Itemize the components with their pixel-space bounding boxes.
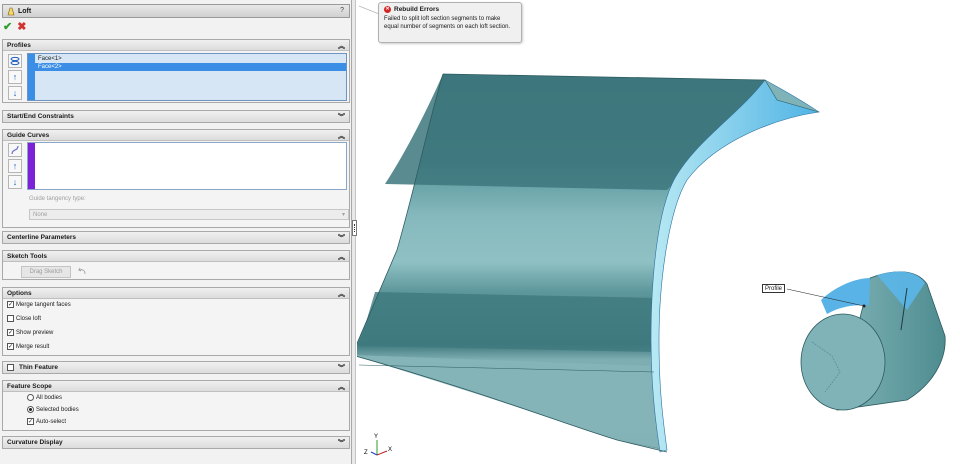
centerline-parameters-section[interactable]: Centerline Parameters ︾ (2, 231, 350, 244)
cancel-button[interactable]: ✖ (17, 21, 26, 33)
expand-chevron-icon[interactable]: ︾ (338, 438, 345, 448)
drag-sketch-button[interactable]: Drag Sketch (21, 266, 71, 278)
options-header[interactable]: Options ︽ (3, 288, 349, 299)
radio-label: Selected bodies (36, 406, 79, 413)
list-item[interactable]: Face<2> (35, 63, 346, 71)
start-end-header-label: Start/End Constraints (7, 113, 74, 120)
collapse-chevron-icon[interactable]: ︽ (338, 131, 345, 141)
start-end-header[interactable]: Start/End Constraints ︾ (3, 111, 349, 122)
radio-button[interactable] (27, 406, 34, 413)
guide-tangency-dropdown[interactable]: None ▾ (29, 209, 349, 220)
curvature-header[interactable]: Curvature Display ︾ (3, 437, 349, 448)
checkbox-label: Merge result (16, 343, 50, 350)
loft-title-bar: Loft ? (2, 4, 350, 18)
profiles-list[interactable]: Face<1> Face<2> (27, 53, 347, 101)
collapse-chevron-icon[interactable]: ︽ (338, 289, 345, 299)
model-graphics[interactable]: Y X Z (357, 0, 960, 464)
panel-title: Loft (18, 7, 32, 15)
guide-tangency-value: None (33, 212, 48, 218)
thin-feature-checkbox[interactable] (7, 364, 14, 371)
sketch-tools-header-label: Sketch Tools (7, 252, 47, 260)
checkbox-box[interactable]: ✓ (7, 329, 14, 336)
feature-scope-header[interactable]: Feature Scope ︽ (3, 381, 349, 392)
ok-button[interactable]: ✔ (3, 21, 12, 33)
sketch-tools-section: Sketch Tools ︽ Drag Sketch (2, 250, 350, 280)
graphics-viewport[interactable]: Y X Z (357, 0, 960, 464)
curvature-display-section[interactable]: Curvature Display ︾ (2, 436, 350, 449)
checkbox-label: Auto-select (36, 418, 67, 425)
help-icon[interactable]: ? (340, 7, 344, 14)
error-icon: ✕ (384, 6, 391, 13)
start-end-constraints-section[interactable]: Start/End Constraints ︾ (2, 110, 350, 123)
feature-scope-section: Feature Scope ︽ All bodies Selected bodi… (2, 380, 350, 431)
cylinder-body[interactable] (800, 271, 946, 411)
checkbox-label: Close loft (16, 315, 42, 322)
profiles-section: Profiles ︽ ↑ ↓ Face<1> Face<2> (2, 39, 350, 103)
checkbox-box[interactable]: ✓ (7, 343, 14, 350)
tooltip-title: Rebuild Errors (394, 6, 440, 13)
curvature-header-label: Curvature Display (7, 439, 63, 446)
checkbox-box[interactable] (7, 315, 14, 322)
ok-cancel-row: ✔ ✖ (3, 20, 26, 34)
collapse-chevron-icon[interactable]: ︽ (338, 252, 345, 262)
checkbox-label: Show preview (16, 329, 54, 336)
options-header-label: Options (7, 289, 32, 297)
selected-bodies-radio[interactable]: Selected bodies (27, 406, 79, 413)
tooltip-message: Failed to split loft section segments to… (384, 16, 511, 30)
property-manager-panel: Loft ? ✔ ✖ Profiles ︽ ↑ ↓ Face<1> Face<2… (0, 0, 352, 464)
profiles-header-label: Profiles (7, 41, 31, 49)
checkbox-box[interactable]: ✓ (7, 301, 14, 308)
triad-y-label: Y (374, 434, 378, 440)
guide-curves-section: Guide Curves ︽ ↑ ↓ Guide tangency type: … (2, 129, 350, 228)
expand-chevron-icon[interactable]: ︾ (338, 233, 345, 243)
merge-result-checkbox[interactable]: ✓ Merge result (7, 343, 49, 350)
guide-curves-header-label: Guide Curves (7, 131, 50, 139)
all-bodies-radio[interactable]: All bodies (27, 394, 62, 401)
show-preview-checkbox[interactable]: ✓ Show preview (7, 329, 53, 336)
profiles-selection-icon[interactable] (8, 54, 22, 68)
guide-curves-list-color-bar (28, 143, 35, 189)
move-up-button[interactable]: ↑ (8, 70, 22, 84)
close-loft-checkbox[interactable]: Close loft (7, 315, 41, 322)
thin-feature-section[interactable]: Thin Feature ︾ (2, 361, 350, 374)
centerline-header-label: Centerline Parameters (7, 234, 77, 241)
collapse-chevron-icon[interactable]: ︽ (338, 382, 345, 392)
expand-chevron-icon[interactable]: ︾ (338, 112, 345, 122)
merge-tangent-faces-checkbox[interactable]: ✓ Merge tangent faces (7, 301, 71, 308)
guide-curve-selection-icon[interactable] (8, 143, 22, 157)
checkbox-label: Merge tangent faces (16, 301, 71, 308)
thin-feature-header-label: Thin Feature (19, 364, 59, 371)
expand-chevron-icon[interactable]: ︾ (338, 363, 345, 373)
move-down-button[interactable]: ↓ (8, 175, 22, 189)
collapse-chevron-icon[interactable]: ︽ (338, 41, 345, 51)
undo-sketch-drag-icon[interactable] (77, 267, 87, 276)
list-item[interactable]: Face<1> (35, 55, 346, 63)
auto-select-checkbox[interactable]: ✓ Auto-select (27, 418, 66, 425)
move-down-button[interactable]: ↓ (8, 86, 22, 100)
guide-curves-list[interactable] (27, 142, 347, 190)
sketch-tools-header[interactable]: Sketch Tools ︽ (3, 251, 349, 262)
profile-callout[interactable]: Profile (762, 284, 786, 293)
thin-feature-header[interactable]: Thin Feature ︾ (3, 362, 349, 373)
loft-feature-icon (7, 7, 15, 15)
feature-scope-header-label: Feature Scope (7, 382, 52, 390)
rebuild-errors-tooltip: ✕ Rebuild Errors Failed to split loft se… (378, 2, 522, 43)
guide-curves-header[interactable]: Guide Curves ︽ (3, 130, 349, 141)
chevron-down-icon: ▾ (341, 212, 345, 218)
radio-button[interactable] (27, 394, 34, 401)
guide-tangency-label: Guide tangency type: (29, 196, 86, 202)
coordinate-triad-icon: Y X Z (364, 434, 392, 456)
triad-z-label: Z (364, 450, 368, 456)
radio-label: All bodies (36, 394, 63, 401)
profiles-list-color-bar (28, 54, 35, 100)
triad-x-label: X (388, 447, 392, 453)
move-up-button[interactable]: ↑ (8, 159, 22, 173)
centerline-header[interactable]: Centerline Parameters ︾ (3, 232, 349, 243)
options-section: Options ︽ ✓ Merge tangent faces Close lo… (2, 287, 350, 356)
profiles-header[interactable]: Profiles ︽ (3, 40, 349, 51)
checkbox-box[interactable]: ✓ (27, 418, 34, 425)
